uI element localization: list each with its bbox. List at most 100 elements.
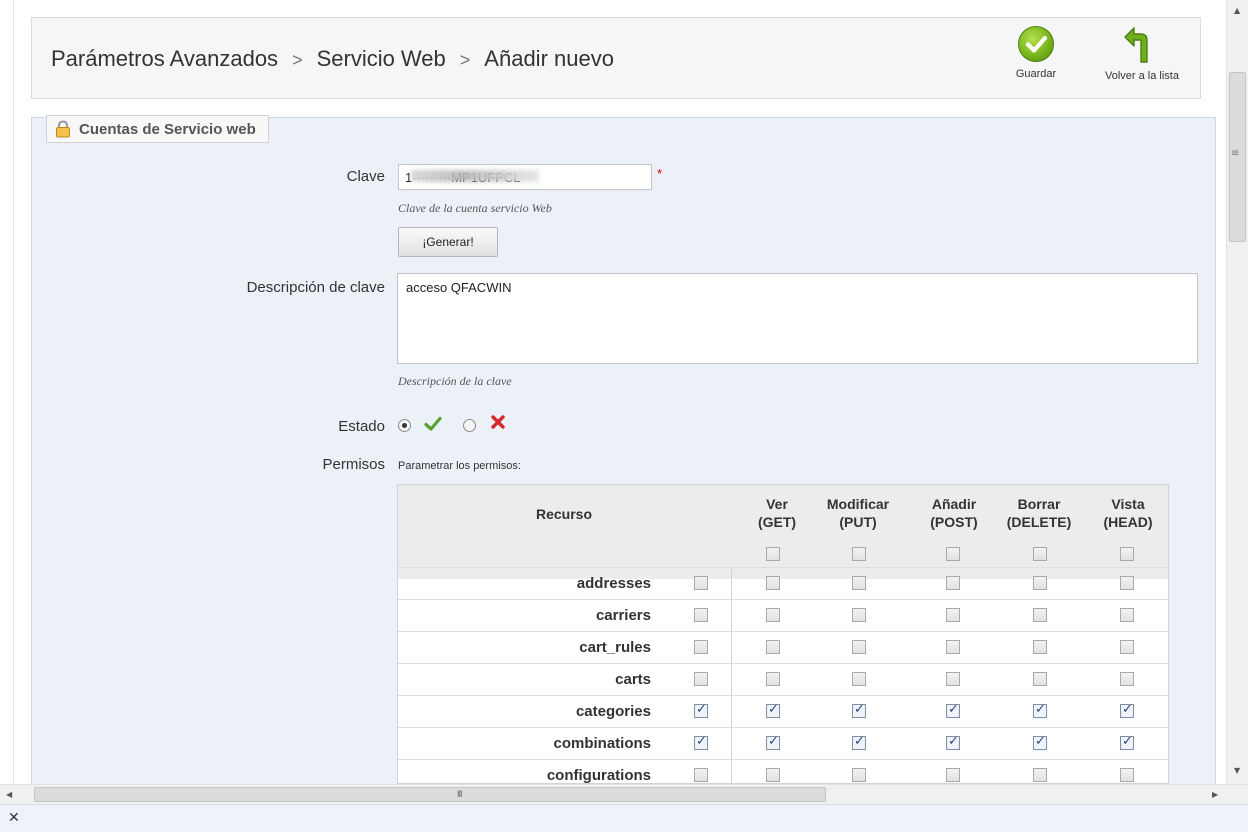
- save-button[interactable]: Guardar: [1008, 26, 1064, 80]
- close-icon[interactable]: ✕: [8, 810, 20, 826]
- lock-icon: [56, 120, 70, 138]
- row-select-all-checkbox[interactable]: [694, 672, 708, 686]
- scroll-up-arrow-icon[interactable]: ▲: [1234, 6, 1240, 15]
- toolbar: Parámetros Avanzados > Servicio Web > Añadir…: [31, 17, 1201, 99]
- bottom-bar: ✕: [0, 804, 1248, 832]
- key-hint: Clave de la cuenta servicio Web: [398, 201, 552, 215]
- put-permission-checkbox[interactable]: [852, 576, 866, 590]
- breadcrumb-item-advanced-params: Parámetros Avanzados: [51, 46, 279, 71]
- select-all-get-checkbox[interactable]: [766, 547, 780, 561]
- select-all-post-checkbox[interactable]: [946, 547, 960, 561]
- table-row: cart_rules: [398, 631, 1168, 663]
- back-arrow-icon: [1122, 26, 1162, 64]
- put-permission-checkbox[interactable]: [852, 734, 866, 750]
- head-permission-checkbox[interactable]: [1120, 768, 1134, 782]
- status-label: Estado: [338, 418, 385, 435]
- horizontal-scroll-thumb[interactable]: III: [34, 787, 826, 802]
- delete-permission-checkbox[interactable]: [1033, 608, 1047, 622]
- post-header-line2: (POST): [930, 514, 978, 530]
- put-permission-checkbox[interactable]: [852, 640, 866, 654]
- put-permission-checkbox[interactable]: [852, 672, 866, 686]
- delete-header-line1: Borrar: [1017, 496, 1061, 512]
- grip-icon: III: [457, 789, 462, 799]
- get-permission-checkbox[interactable]: [766, 768, 780, 782]
- row-select-all-checkbox[interactable]: [694, 576, 708, 590]
- resource-name: carriers: [595, 607, 651, 624]
- page-viewport: Parámetros Avanzados > Servicio Web > Añadir…: [0, 0, 1226, 784]
- get-permission-checkbox[interactable]: [766, 576, 780, 590]
- resource-name: combinations: [553, 735, 651, 752]
- post-permission-checkbox[interactable]: [946, 702, 960, 718]
- post-permission-checkbox[interactable]: [946, 734, 960, 750]
- get-permission-checkbox[interactable]: [766, 702, 780, 718]
- resource-name: carts: [615, 671, 651, 688]
- head-permission-checkbox[interactable]: [1120, 702, 1134, 718]
- enabled-check-icon: [424, 416, 442, 431]
- delete-header-line2: (DELETE): [1006, 514, 1072, 530]
- head-column-header: Vista (HEAD): [1095, 495, 1161, 531]
- breadcrumb-separator: >: [459, 50, 471, 70]
- row-select-all-checkbox[interactable]: [694, 608, 708, 622]
- head-header-line2: (HEAD): [1103, 514, 1153, 530]
- breadcrumb: Parámetros Avanzados > Servicio Web > Añadir…: [51, 46, 614, 72]
- post-permission-checkbox[interactable]: [946, 576, 960, 590]
- table-row: carriers: [398, 599, 1168, 631]
- scroll-down-arrow-icon[interactable]: ▼: [1234, 766, 1240, 775]
- key-description-label: Descripción de clave: [246, 279, 385, 296]
- table-row: configurations: [398, 759, 1168, 784]
- resource-name: configurations: [546, 767, 651, 784]
- get-permission-checkbox[interactable]: [766, 640, 780, 654]
- post-permission-checkbox[interactable]: [946, 608, 960, 622]
- head-permission-checkbox[interactable]: [1120, 576, 1134, 590]
- put-column-header: Modificar (PUT): [818, 495, 898, 531]
- scroll-left-arrow-icon[interactable]: ◀: [6, 790, 12, 799]
- delete-permission-checkbox[interactable]: [1033, 672, 1047, 686]
- post-permission-checkbox[interactable]: [946, 640, 960, 654]
- get-permission-checkbox[interactable]: [766, 608, 780, 622]
- get-permission-checkbox[interactable]: [766, 672, 780, 686]
- get-column-header: Ver (GET): [752, 495, 802, 531]
- delete-permission-checkbox[interactable]: [1033, 702, 1047, 718]
- vertical-scrollbar[interactable]: ▲ ≡ ▼: [1226, 0, 1248, 784]
- breadcrumb-separator: >: [292, 50, 303, 70]
- generate-key-button[interactable]: ¡Generar!: [398, 227, 498, 257]
- resource-name: categories: [575, 703, 651, 720]
- delete-permission-checkbox[interactable]: [1033, 734, 1047, 750]
- post-permission-checkbox[interactable]: [946, 672, 960, 686]
- head-permission-checkbox[interactable]: [1120, 640, 1134, 654]
- head-permission-checkbox[interactable]: [1120, 608, 1134, 622]
- head-permission-checkbox[interactable]: [1120, 734, 1134, 750]
- get-header-line2: (GET): [757, 514, 797, 530]
- row-select-all-checkbox[interactable]: [694, 702, 708, 718]
- save-check-icon: [1018, 26, 1054, 62]
- required-mark: *: [657, 166, 663, 181]
- key-label: Clave: [346, 168, 385, 185]
- post-column-header: Añadir (POST): [914, 495, 994, 531]
- put-permission-checkbox[interactable]: [852, 702, 866, 718]
- row-select-all-checkbox[interactable]: [694, 640, 708, 654]
- status-disabled-radio[interactable]: [463, 419, 476, 432]
- post-permission-checkbox[interactable]: [946, 768, 960, 782]
- put-permission-checkbox[interactable]: [852, 768, 866, 782]
- get-permission-checkbox[interactable]: [766, 734, 780, 750]
- put-permission-checkbox[interactable]: [852, 608, 866, 622]
- save-label: Guardar: [1015, 68, 1057, 80]
- window-left-edge: [0, 0, 14, 784]
- head-permission-checkbox[interactable]: [1120, 672, 1134, 686]
- horizontal-scrollbar[interactable]: ◀ III ▶: [0, 784, 1248, 804]
- row-select-all-checkbox[interactable]: [694, 768, 708, 782]
- select-all-head-checkbox[interactable]: [1120, 547, 1134, 561]
- delete-permission-checkbox[interactable]: [1033, 640, 1047, 654]
- select-all-put-checkbox[interactable]: [852, 547, 866, 561]
- scroll-right-arrow-icon[interactable]: ▶: [1212, 790, 1218, 799]
- select-all-delete-checkbox[interactable]: [1033, 547, 1047, 561]
- post-header-line1: Añadir: [931, 496, 977, 512]
- resource-column-header: Recurso: [535, 506, 593, 522]
- row-select-all-checkbox[interactable]: [694, 734, 708, 750]
- delete-permission-checkbox[interactable]: [1033, 768, 1047, 782]
- delete-permission-checkbox[interactable]: [1033, 576, 1047, 590]
- back-to-list-button[interactable]: Volver a la lista: [1090, 26, 1194, 82]
- key-description-textarea[interactable]: acceso QFACWIN: [397, 273, 1198, 364]
- breadcrumb-item-add-new: Añadir nuevo: [484, 46, 614, 71]
- status-enabled-radio[interactable]: [398, 419, 411, 432]
